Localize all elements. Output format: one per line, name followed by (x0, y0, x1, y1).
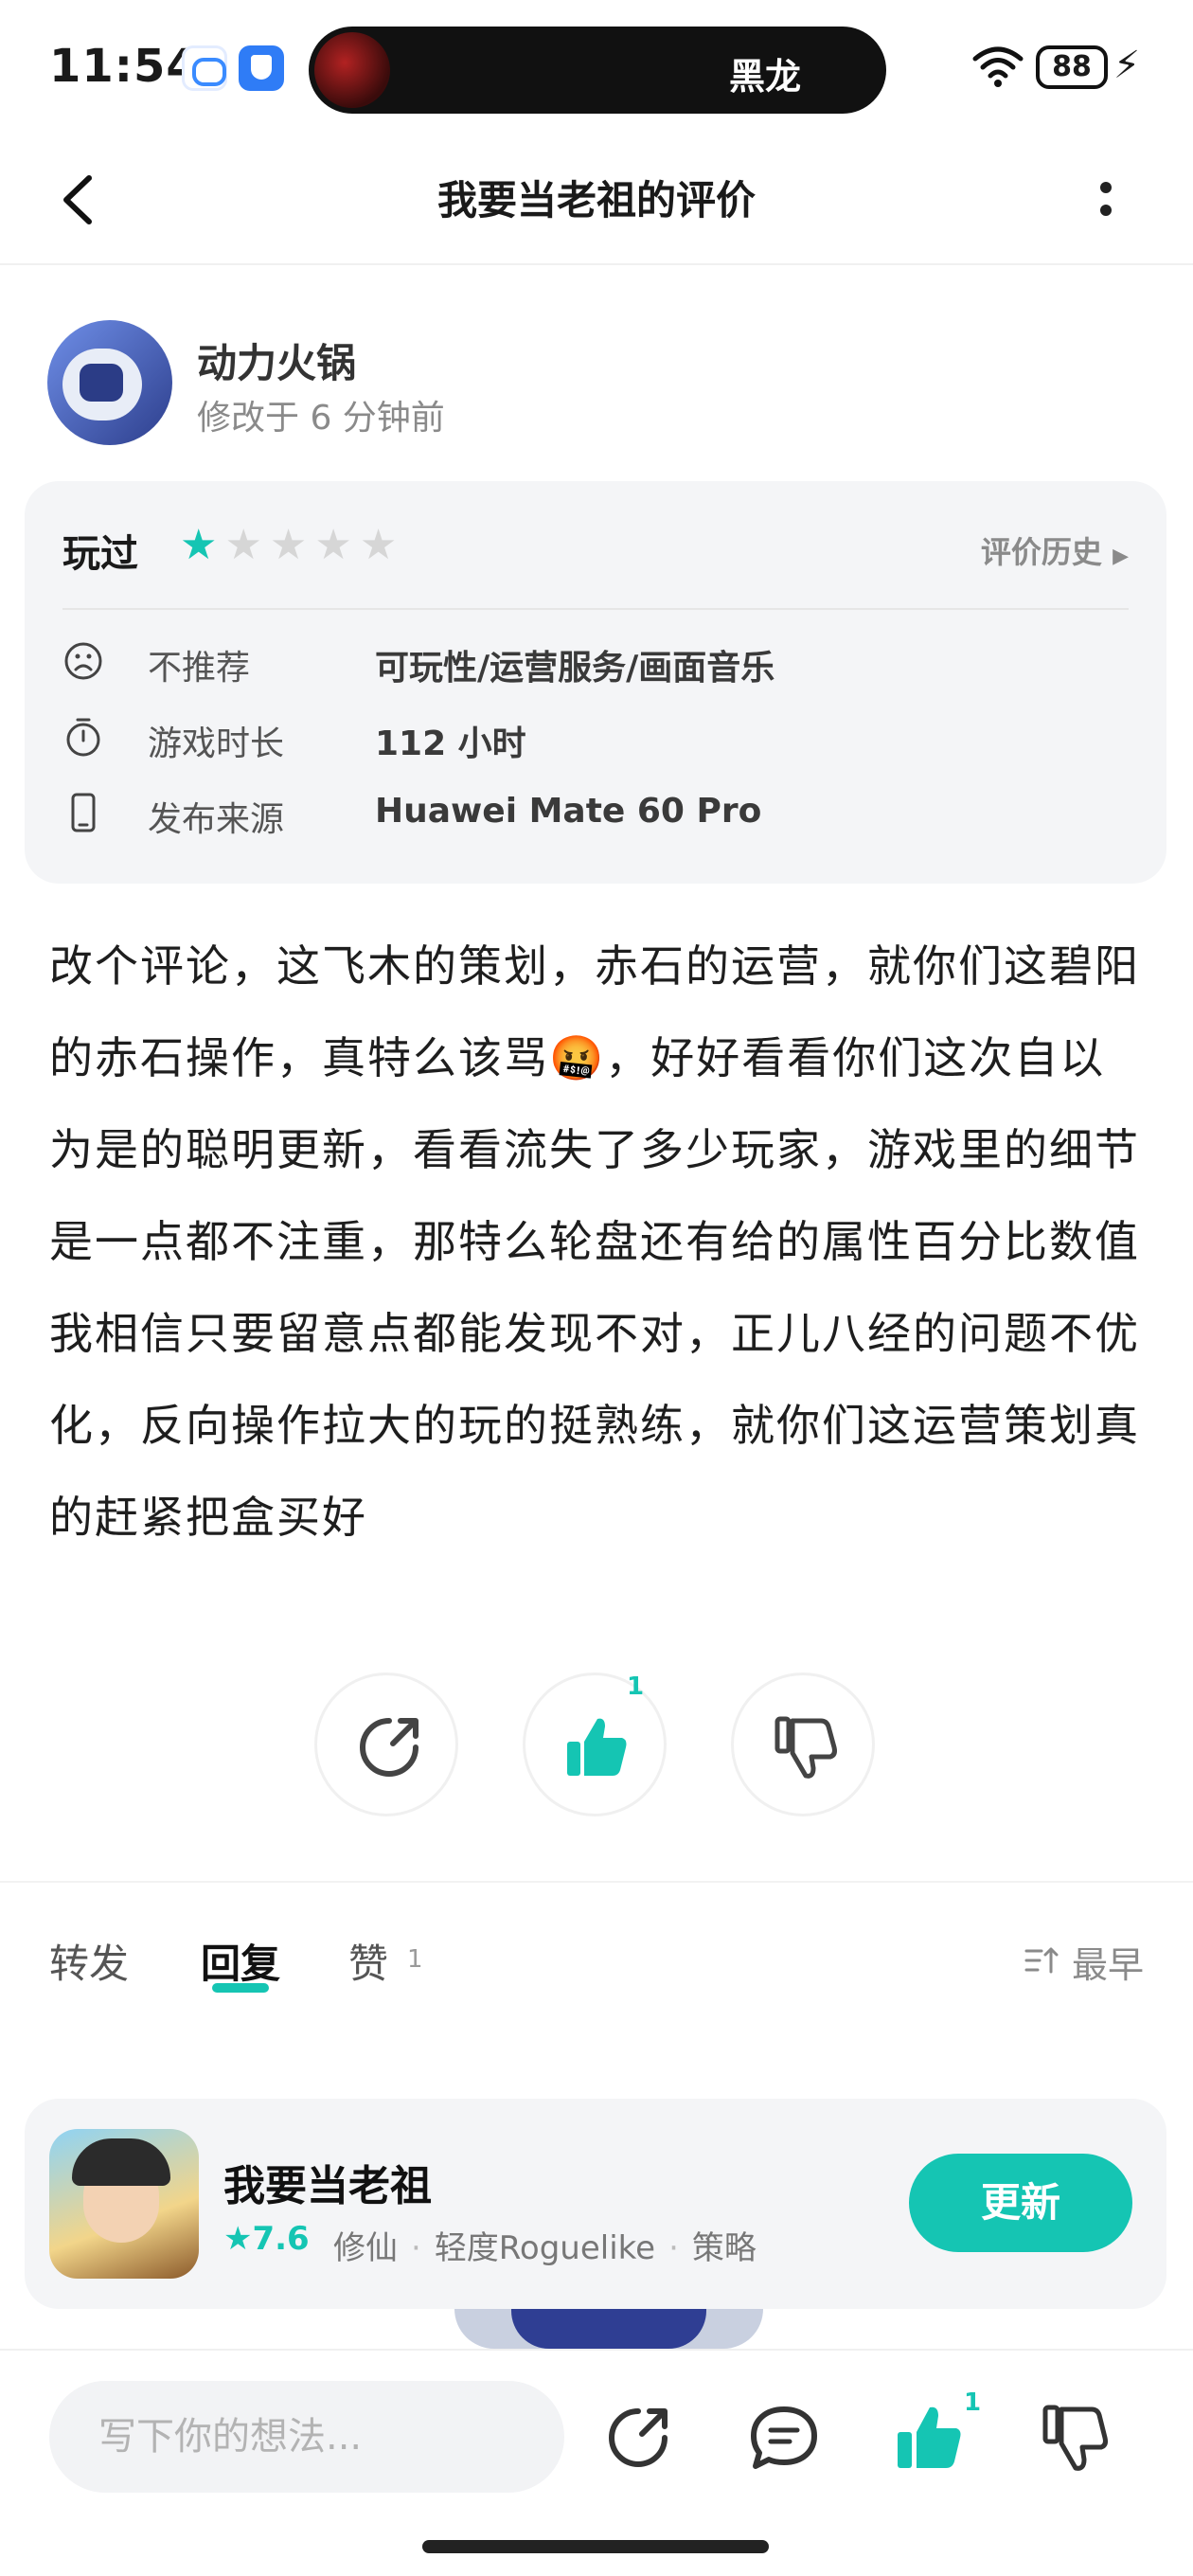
share-icon (360, 1718, 418, 1777)
tab-likes[interactable]: 赞 (348, 1932, 388, 1990)
source-row: 发布来源 Huawei Mate 60 Pro (62, 784, 1123, 841)
media-artwork (314, 32, 390, 108)
star-empty-icon: ★ (314, 521, 352, 569)
like-button[interactable] (523, 1673, 667, 1816)
game-icon[interactable] (49, 2129, 199, 2279)
star-filled-icon: ★ (180, 521, 218, 569)
triangle-right-icon: ▶ (1113, 545, 1129, 568)
game-tag: 修仙 (333, 2229, 398, 2267)
thumbs-down-icon (775, 1716, 837, 1779)
review-info-card: 玩过 ★ ★ ★ ★ ★ 评价历史 ▶ 不推荐 可玩性/运营服务/画面音乐 游戏时长 1… (25, 481, 1166, 884)
top-nav-bar: 我要当老祖的评价 (0, 142, 1193, 265)
dislike-button[interactable] (731, 1673, 875, 1816)
wifi-icon (972, 46, 1024, 87)
star-rating: ★ ★ ★ ★ ★ (180, 525, 397, 566)
card-divider (62, 608, 1129, 610)
playtime-row: 游戏时长 112 小时 (62, 708, 1123, 765)
star-empty-icon: ★ (359, 521, 398, 569)
source-value: Huawei Mate 60 Pro (375, 792, 762, 831)
recommend-label: 不推荐 (148, 649, 251, 688)
tab-reply[interactable]: 回复 (201, 1932, 280, 1990)
island-text: 黑龙 (728, 56, 801, 98)
comment-compose[interactable] (49, 2381, 564, 2493)
security-app-icon (239, 45, 284, 91)
message-app-icon (182, 45, 227, 91)
sort-order-label[interactable]: 最早 (1072, 1936, 1144, 1988)
user-avatar[interactable] (47, 320, 172, 445)
more-options-icon[interactable] (1089, 170, 1127, 227)
status-time: 11:54 (49, 40, 199, 93)
modified-time: 修改于 6 分钟前 (197, 399, 445, 438)
charging-icon: ⚡ (1113, 44, 1141, 87)
sad-face-icon (64, 642, 102, 680)
review-body: 改个评论，这飞木的策划，赤石的运营，就你们这碧阳的赤石操作，真特么该骂🤬，好好看… (49, 940, 1140, 1543)
comment-input[interactable] (98, 2409, 525, 2464)
game-name: 我要当老祖 (223, 2162, 432, 2210)
game-tag: 轻度Roguelike (434, 2229, 656, 2267)
playtime-value: 112 小时 (375, 724, 526, 763)
tab-repost[interactable]: 转发 (49, 1932, 129, 1990)
status-bar: 11:54 黑龙 88 ⚡ (0, 0, 1193, 133)
comment-icon[interactable] (744, 2398, 824, 2478)
section-divider (0, 1881, 1193, 1883)
page-title: 我要当老祖的评价 (436, 177, 756, 224)
game-card[interactable]: 我要当老祖 ★7.6 修仙 · 轻度Roguelike · 策略 更新 (25, 2099, 1166, 2309)
like-count: 1 (627, 1673, 645, 1701)
star-empty-icon: ★ (269, 521, 308, 569)
home-indicator[interactable] (422, 2540, 769, 2553)
share-icon[interactable] (598, 2398, 678, 2478)
star-empty-icon: ★ (224, 521, 262, 569)
likes-tab-count: 1 (407, 1945, 423, 1974)
thumbs-up-icon[interactable] (890, 2398, 970, 2478)
dynamic-island[interactable]: 黑龙 (309, 27, 886, 114)
phone-icon (71, 793, 96, 832)
rating-history-link[interactable]: 评价历史 ▶ (981, 528, 1129, 572)
thumbs-down-icon[interactable] (1036, 2398, 1115, 2478)
recommend-value: 可玩性/运营服务/画面音乐 (375, 649, 775, 688)
rating-history-label: 评价历史 (980, 534, 1102, 570)
user-name[interactable]: 动力火锅 (197, 331, 356, 389)
game-tag: 策略 (691, 2229, 757, 2267)
floating-mascot-peek (454, 2309, 763, 2349)
share-button[interactable] (314, 1673, 458, 1816)
game-tags: 修仙 · 轻度Roguelike · 策略 (333, 2229, 757, 2267)
active-tab-indicator (212, 1983, 269, 1993)
playtime-label: 游戏时长 (148, 724, 285, 763)
source-label: 发布来源 (148, 800, 285, 839)
play-status: 玩过 (62, 532, 138, 576)
recommend-row: 不推荐 可玩性/运营服务/画面音乐 (62, 633, 1123, 689)
thumbs-up-icon (567, 1718, 627, 1776)
update-button[interactable]: 更新 (909, 2154, 1132, 2252)
stopwatch-icon (66, 718, 100, 757)
game-score-value: 7.6 (252, 2220, 310, 2258)
battery-indicator: 88 (1036, 45, 1108, 89)
game-score: ★7.6 (223, 2220, 310, 2258)
bottom-like-count: 1 (964, 2388, 982, 2417)
sort-icon[interactable] (1023, 1941, 1060, 1979)
